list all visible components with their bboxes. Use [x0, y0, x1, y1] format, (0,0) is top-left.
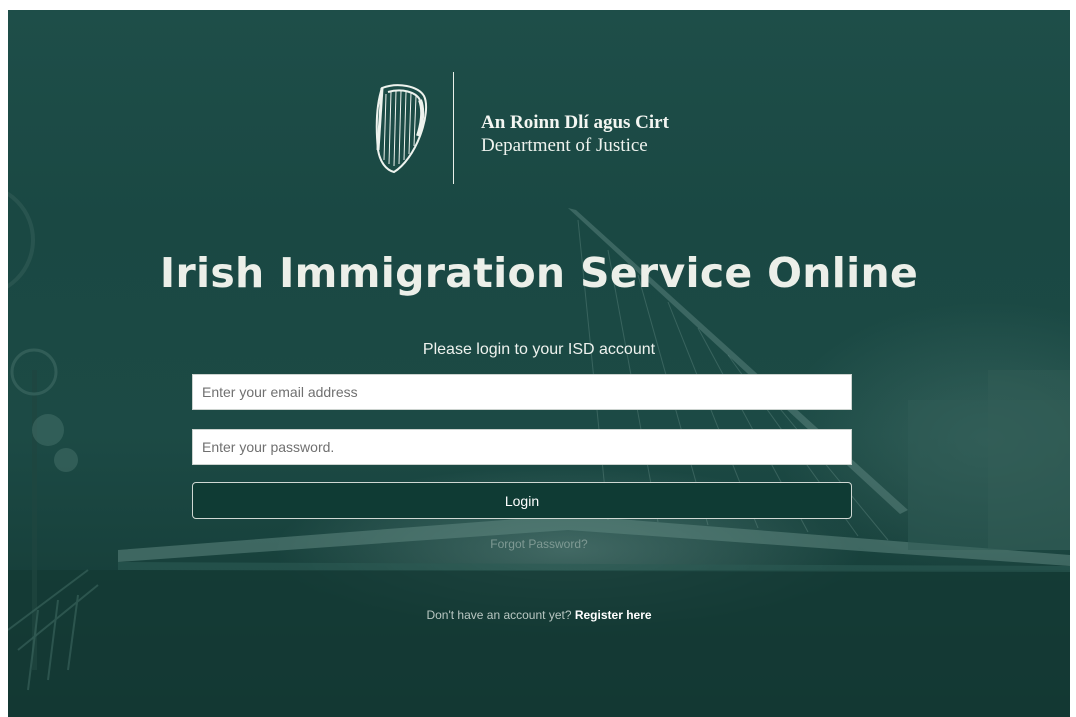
login-prompt: Please login to your ISD account — [422, 341, 656, 358]
page-title: Irish Immigration Service Online — [159, 249, 919, 297]
register-row: Don't have an account yet? Register here — [8, 608, 1070, 622]
department-name-english: Department of Justice — [481, 135, 648, 156]
email-field[interactable] — [192, 374, 852, 410]
password-field[interactable] — [192, 429, 852, 465]
harp-icon — [375, 84, 428, 174]
login-page: An Roinn Dlí agus Cirt Department of Jus… — [8, 10, 1070, 717]
department-name-irish: An Roinn Dlí agus Cirt — [481, 112, 669, 133]
register-prompt: Don't have an account yet? — [426, 608, 575, 622]
forgot-password-link[interactable]: Forgot Password? — [8, 537, 1070, 551]
login-button[interactable]: Login — [192, 482, 852, 519]
register-link[interactable]: Register here — [575, 608, 652, 622]
department-logo: An Roinn Dlí agus Cirt Department of Jus… — [368, 72, 728, 184]
logo-divider — [453, 72, 454, 184]
